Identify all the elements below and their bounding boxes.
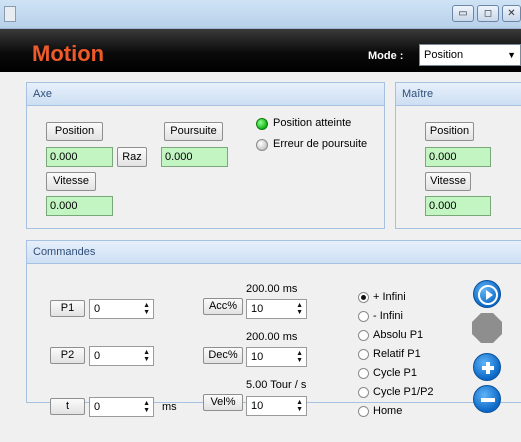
- radio-cycle-p1-label: Cycle P1: [373, 367, 418, 379]
- vel-button[interactable]: Vel%: [203, 394, 243, 411]
- p1-spinbox[interactable]: 0 ▲ ▼: [89, 299, 154, 319]
- play-icon: [478, 285, 498, 305]
- raz-button[interactable]: Raz: [117, 147, 147, 167]
- p2-button[interactable]: P2: [50, 347, 85, 364]
- close-button[interactable]: ✕: [502, 5, 521, 22]
- p2-spinbox[interactable]: 0 ▲ ▼: [89, 346, 154, 366]
- minimize-button[interactable]: ▭: [452, 5, 474, 22]
- t-unit-label: ms: [162, 401, 177, 413]
- t-value: 0: [94, 401, 101, 413]
- vel-spinbox[interactable]: 10 ▲ ▼: [246, 396, 307, 416]
- dec-spinbox[interactable]: 10 ▲ ▼: [246, 347, 307, 367]
- maitre-vitesse-field: 0.000: [425, 196, 491, 216]
- radio-cycle-p1[interactable]: [358, 368, 369, 379]
- app-title: Motion: [32, 41, 105, 66]
- play-button[interactable]: [473, 280, 501, 308]
- maximize-button[interactable]: ◻: [477, 5, 499, 22]
- radio-moins-infini[interactable]: [358, 311, 369, 322]
- maitre-panel-title: Maître: [396, 83, 521, 106]
- maitre-vitesse-button[interactable]: Vitesse: [425, 172, 471, 191]
- erreur-poursuite-led-icon: [256, 139, 268, 151]
- radio-selected-dot: [361, 295, 366, 300]
- maitre-panel: Maître Position 0.000 Vitesse 0.000: [395, 82, 521, 229]
- spin-arrows-icon[interactable]: ▲ ▼: [143, 349, 150, 363]
- spin-arrows-icon[interactable]: ▲ ▼: [143, 302, 150, 316]
- plus-button[interactable]: [473, 353, 501, 381]
- p1-value: 0: [94, 303, 101, 315]
- mode-label: Mode :: [368, 50, 404, 62]
- axe-vitesse-field: 0.000: [46, 196, 113, 216]
- axe-vitesse-button[interactable]: Vitesse: [46, 172, 96, 191]
- acc-spinbox[interactable]: 10 ▲ ▼: [246, 299, 307, 319]
- maitre-position-button[interactable]: Position: [425, 122, 474, 141]
- position-atteinte-label: Position atteinte: [273, 117, 352, 129]
- radio-relatif-p1-label: Relatif P1: [373, 348, 421, 360]
- stop-button[interactable]: [472, 313, 502, 343]
- radio-moins-infini-label: - Infini: [373, 310, 403, 322]
- position-atteinte-led-icon: [256, 118, 268, 130]
- minus-icon: [481, 398, 495, 402]
- erreur-poursuite-label: Erreur de poursuite: [273, 138, 368, 150]
- t-button[interactable]: t: [50, 398, 85, 415]
- radio-plus-infini-label: + Infini: [373, 291, 406, 303]
- spin-arrows-icon[interactable]: ▲ ▼: [296, 302, 303, 316]
- window-titlebar: [0, 0, 521, 29]
- axe-position-button[interactable]: Position: [46, 122, 103, 141]
- radio-home-label: Home: [373, 405, 403, 417]
- radio-absolu-p1[interactable]: [358, 330, 369, 341]
- axe-position-field: 0.000: [46, 147, 113, 167]
- dec-button[interactable]: Dec%: [203, 347, 243, 364]
- maitre-position-field: 0.000: [425, 147, 491, 167]
- axe-panel: Axe Position 0.000 Raz Poursuite 0.000 V…: [26, 82, 385, 229]
- acc-button[interactable]: Acc%: [203, 298, 243, 315]
- app-icon: [4, 6, 16, 22]
- mode-select[interactable]: Position ▼: [419, 44, 521, 66]
- radio-home[interactable]: [358, 406, 369, 417]
- spin-arrows-icon[interactable]: ▲ ▼: [296, 399, 303, 413]
- minus-button[interactable]: [473, 385, 501, 413]
- mode-select-value: Position: [424, 49, 464, 61]
- vel-value: 10: [251, 400, 264, 412]
- vel-info: 5.00 Tour / s: [246, 379, 307, 391]
- radio-plus-infini[interactable]: [358, 292, 369, 303]
- radio-cycle-p1-p2-label: Cycle P1/P2: [373, 386, 434, 398]
- spin-arrows-icon[interactable]: ▲ ▼: [143, 400, 150, 414]
- radio-cycle-p1-p2[interactable]: [358, 387, 369, 398]
- chevron-down-icon: ▼: [507, 50, 516, 60]
- plus-icon: [482, 362, 494, 374]
- spin-arrows-icon[interactable]: ▲ ▼: [296, 350, 303, 364]
- commandes-panel: Commandes P1 0 ▲ ▼ P2 0 ▲ ▼ t 0 ▲ ▼ ms 200.…: [26, 240, 521, 417]
- poursuite-button[interactable]: Poursuite: [164, 122, 223, 141]
- poursuite-field: 0.000: [161, 147, 228, 167]
- dec-value: 10: [251, 351, 264, 363]
- radio-absolu-p1-label: Absolu P1: [373, 329, 424, 341]
- acc-value: 10: [251, 303, 264, 315]
- t-spinbox[interactable]: 0 ▲ ▼: [89, 397, 154, 417]
- commandes-panel-title: Commandes: [27, 241, 521, 264]
- p2-value: 0: [94, 350, 101, 362]
- radio-relatif-p1[interactable]: [358, 349, 369, 360]
- p1-button[interactable]: P1: [50, 300, 85, 317]
- axe-panel-title: Axe: [27, 83, 384, 106]
- dec-info: 200.00 ms: [246, 331, 298, 343]
- acc-info: 200.00 ms: [246, 283, 298, 295]
